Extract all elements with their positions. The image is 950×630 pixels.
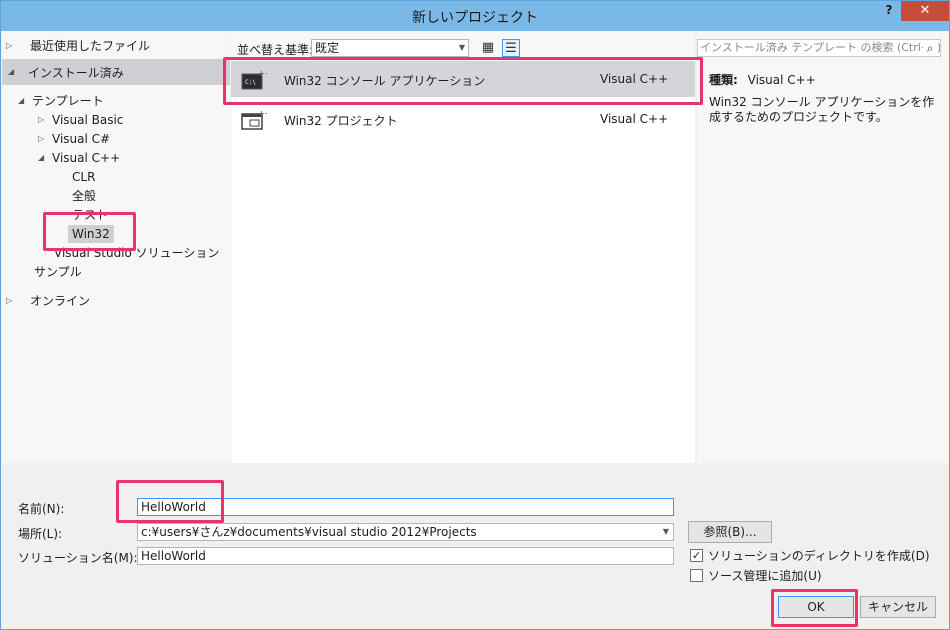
win32-project-icon: ++: [241, 109, 267, 130]
sort-label: 並べ替え基準:: [237, 43, 314, 57]
project-form: 名前(N): HelloWorld 場所(L): c:¥users¥さんz¥do…: [2, 463, 949, 629]
tree-item-test[interactable]: テスト: [72, 206, 108, 224]
solution-name-label: ソリューション名(M):: [18, 551, 138, 565]
search-icon[interactable]: ⌕: [923, 41, 937, 55]
template-list-pane: 並べ替え基準: 既定 ▼ ▦ ☰ C:\ ++ Win32 コンソール アプリケ…: [231, 31, 695, 463]
project-name-input[interactable]: HelloWorld: [137, 498, 674, 516]
create-directory-checkbox[interactable]: ✓: [690, 549, 703, 562]
tree-item-samples[interactable]: サンプル: [34, 263, 82, 281]
new-project-dialog: 新しいプロジェクト ? ✕ ▷ 最近使用したファイル ◢ インストール済み ◢ …: [0, 0, 950, 630]
search-placeholder: インストール済み テンプレート の検索 (Ctrl+E): [700, 41, 941, 54]
template-description: Win32 コンソール アプリケーションを作成するためのプロジェクトです。: [709, 95, 935, 124]
type-label: 種類:: [709, 73, 738, 87]
add-source-control-label: ソース管理に追加(U): [708, 569, 822, 583]
tree-item-label: Visual C#: [52, 132, 111, 146]
location-label: 場所(L):: [18, 527, 63, 541]
create-directory-label: ソリューションのディレクトリを作成(D): [708, 549, 930, 563]
svg-text:++: ++: [258, 69, 267, 78]
tree-item-label: インストール済み: [28, 66, 124, 80]
chevron-down-icon: ▼: [458, 43, 465, 52]
tree-item-label: テンプレート: [32, 94, 104, 108]
collapse-arrow-icon[interactable]: ◢: [8, 63, 18, 81]
browse-button[interactable]: 参照(B)...: [688, 521, 772, 543]
tree-item-installed[interactable]: ◢ インストール済み: [2, 59, 230, 85]
tree-item-clr[interactable]: CLR: [72, 168, 95, 186]
template-name: Win32 コンソール アプリケーション: [284, 74, 486, 88]
title-bar: 新しいプロジェクト ? ✕: [1, 1, 949, 31]
svg-text:++: ++: [258, 109, 267, 118]
template-tree: ▷ 最近使用したファイル ◢ インストール済み ◢ テンプレート ▷ Visua…: [2, 31, 230, 463]
template-item-win32-project[interactable]: ++ Win32 プロジェクト Visual C++: [231, 101, 695, 137]
close-button[interactable]: ✕: [901, 1, 949, 21]
template-info-pane: インストール済み テンプレート の検索 (Ctrl+E) ⌕ 種類: Visua…: [697, 31, 949, 463]
tree-item-label: 最近使用したファイル: [30, 39, 151, 53]
tree-item-label: オンライン: [30, 294, 91, 308]
expand-arrow-icon[interactable]: ▷: [38, 130, 48, 148]
sort-value: 既定: [315, 41, 340, 55]
template-search-input[interactable]: インストール済み テンプレート の検索 (Ctrl+E) ⌕: [697, 39, 941, 57]
template-type: 種類: Visual C++: [709, 71, 816, 88]
tree-item-general[interactable]: 全般: [72, 187, 96, 205]
dialog-title: 新しいプロジェクト: [412, 10, 538, 26]
expand-arrow-icon[interactable]: ▷: [38, 111, 48, 129]
small-icons-view-icon[interactable]: ▦: [479, 39, 497, 57]
svg-text:C:\: C:\: [245, 79, 256, 86]
template-language: Visual C++: [600, 72, 669, 86]
ok-button[interactable]: OK: [778, 596, 854, 618]
collapse-arrow-icon[interactable]: ◢: [18, 92, 28, 110]
list-view-icon[interactable]: ☰: [502, 39, 520, 57]
cancel-button[interactable]: キャンセル: [860, 596, 936, 618]
expand-arrow-icon[interactable]: ▷: [6, 292, 16, 310]
location-combobox[interactable]: c:¥users¥さんz¥documents¥visual studio 201…: [137, 523, 674, 541]
template-item-win32-console[interactable]: C:\ ++ Win32 コンソール アプリケーション Visual C++: [231, 61, 695, 97]
tree-item-label: Visual Basic: [52, 113, 124, 127]
add-source-control-checkbox[interactable]: [690, 569, 703, 582]
name-label: 名前(N):: [18, 502, 65, 516]
expand-arrow-icon[interactable]: ▷: [6, 37, 16, 55]
template-language: Visual C++: [600, 112, 669, 126]
tree-item-vs-solution[interactable]: Visual Studio ソリューション: [54, 244, 219, 262]
help-button[interactable]: ?: [879, 3, 899, 23]
solution-name-input[interactable]: HelloWorld: [137, 547, 674, 565]
collapse-arrow-icon[interactable]: ◢: [38, 149, 48, 167]
template-name: Win32 プロジェクト: [284, 114, 398, 128]
tree-item-label: Visual C++: [52, 151, 121, 165]
tree-item-win32[interactable]: Win32: [68, 225, 114, 243]
console-app-icon: C:\ ++: [241, 69, 267, 90]
chevron-down-icon[interactable]: ▼: [663, 524, 669, 540]
type-value: Visual C++: [747, 73, 816, 87]
location-value: c:¥users¥さんz¥documents¥visual studio 201…: [141, 525, 477, 539]
template-list: C:\ ++ Win32 コンソール アプリケーション Visual C++ +…: [231, 61, 695, 463]
sort-dropdown[interactable]: 既定 ▼: [311, 39, 469, 57]
